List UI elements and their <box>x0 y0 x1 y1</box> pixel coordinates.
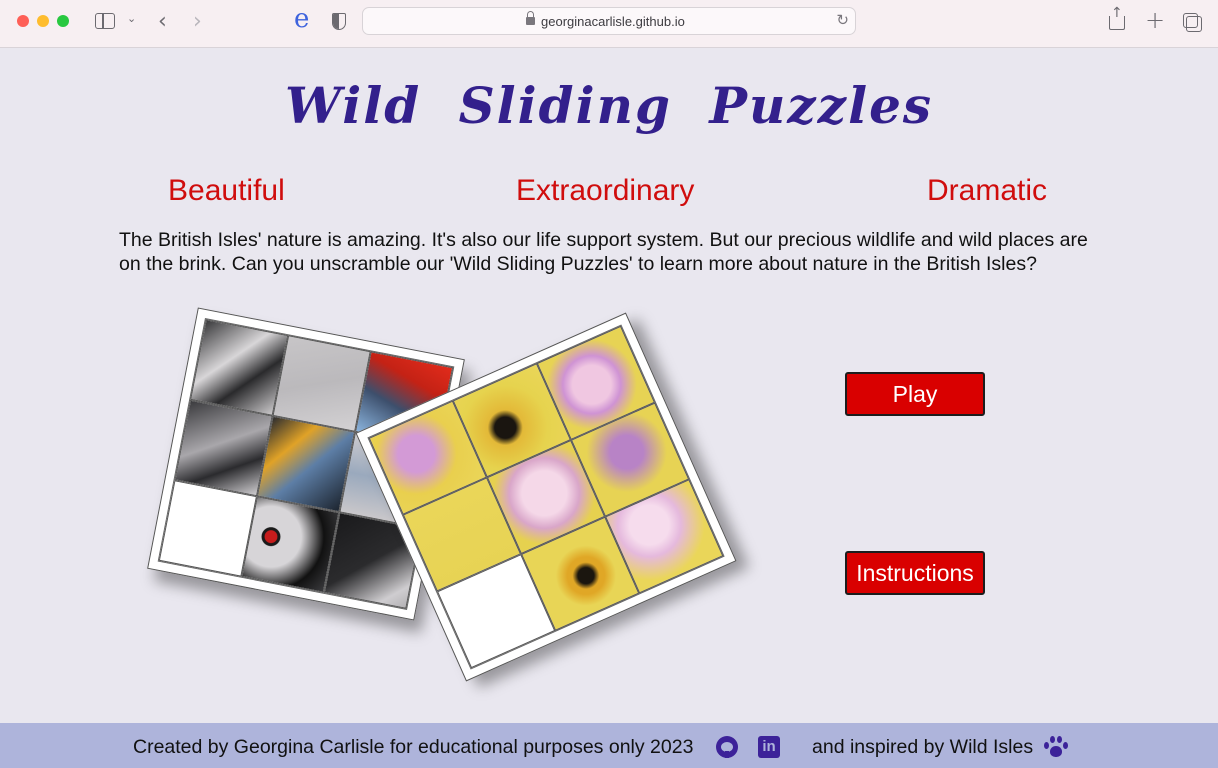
puzzle-tile <box>190 319 289 416</box>
footer-inspired: and inspired by Wild Isles <box>812 736 1034 758</box>
tab-overview-icon[interactable] <box>1183 13 1202 32</box>
privacy-shield-icon[interactable] <box>332 13 346 30</box>
footer: Created by Georgina Carlisle for educati… <box>0 723 1218 768</box>
page-title: Wild Sliding Puzzles <box>284 76 934 135</box>
tagline-beautiful: Beautiful <box>168 174 285 207</box>
github-icon[interactable] <box>716 736 738 758</box>
instructions-button[interactable]: Instructions <box>845 551 985 595</box>
chevron-down-icon[interactable]: ⌄ <box>127 12 136 25</box>
tagline-extraordinary: Extraordinary <box>516 174 695 207</box>
extension-e-icon[interactable]: e <box>294 4 309 34</box>
sidebar-icon[interactable] <box>95 13 115 29</box>
address-bar[interactable]: georginacarlisle.github.io ↻ <box>362 7 856 35</box>
intro-text: The British Isles' nature is amazing. It… <box>119 229 1088 275</box>
share-icon[interactable] <box>1109 5 1125 30</box>
close-window-button[interactable] <box>17 15 29 27</box>
linkedin-icon[interactable]: in <box>758 736 780 758</box>
new-tab-icon[interactable]: + <box>1145 6 1165 34</box>
footer-credit: Created by Georgina Carlisle for educati… <box>133 736 694 758</box>
url-text: georginacarlisle.github.io <box>541 14 685 29</box>
minimize-window-button[interactable] <box>37 15 49 27</box>
zoom-window-button[interactable] <box>57 15 69 27</box>
puzzle-tile <box>272 335 371 432</box>
forward-icon[interactable]: › <box>193 9 202 34</box>
puzzle-tile <box>241 496 340 593</box>
tagline-dramatic: Dramatic <box>927 174 1048 207</box>
lock-icon <box>526 11 535 25</box>
puzzle-tile <box>256 415 356 513</box>
play-button[interactable]: Play <box>845 372 985 416</box>
browser-toolbar: ⌄ ‹ › e georginacarlisle.github.io ↻ + <box>0 0 1218 48</box>
paw-icon[interactable] <box>1044 736 1068 758</box>
puzzle-tile <box>174 399 273 497</box>
reload-icon[interactable]: ↻ <box>836 11 849 29</box>
back-icon[interactable]: ‹ <box>158 9 167 34</box>
puzzle-empty-tile <box>158 480 257 577</box>
